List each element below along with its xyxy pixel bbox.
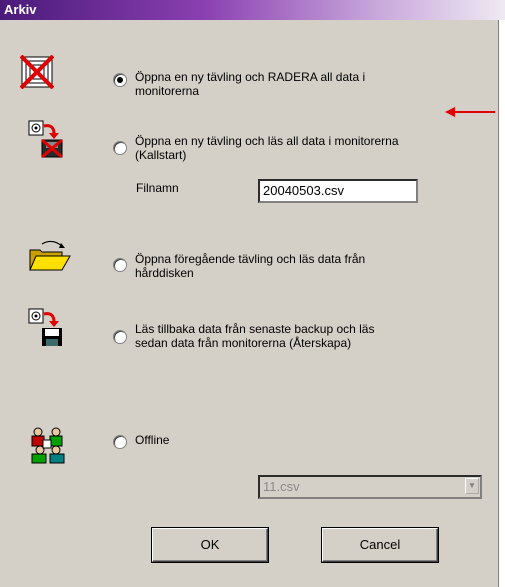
window-title: Arkiv bbox=[4, 2, 37, 17]
radio-new-delete[interactable] bbox=[113, 73, 127, 87]
monitor-delete-icon bbox=[20, 55, 54, 89]
offline-file-select[interactable]: 11.csv ▼ bbox=[258, 475, 482, 499]
cold-start-icon bbox=[28, 120, 63, 158]
people-group-icon bbox=[31, 427, 65, 464]
option-new-delete-label: Öppna en ny tävling och RADERA all data … bbox=[135, 70, 366, 98]
filename-label: Filnamn bbox=[136, 181, 179, 195]
dropdown-arrow-icon[interactable]: ▼ bbox=[465, 478, 479, 494]
option-open-previous-label: Öppna föregående tävling och läs data fr… bbox=[135, 252, 366, 280]
option-cold-start-label: Öppna en ny tävling och läs all data i m… bbox=[135, 134, 399, 162]
filename-input[interactable]: 20040503.csv bbox=[258, 179, 418, 203]
radio-offline[interactable] bbox=[113, 435, 127, 449]
option-offline-label: Offline bbox=[135, 433, 170, 447]
open-folder-icon bbox=[29, 240, 71, 271]
dialog-body: Öppna en ny tävling och RADERA all data … bbox=[0, 20, 499, 587]
radio-open-previous[interactable] bbox=[113, 258, 127, 272]
radio-restore-backup[interactable] bbox=[113, 330, 127, 344]
arkiv-dialog: Arkiv Öppna en ny tävling och RADERA all… bbox=[0, 0, 505, 587]
red-arrow-icon bbox=[445, 107, 495, 117]
offline-file-value: 11.csv bbox=[263, 479, 300, 494]
radio-cold-start[interactable] bbox=[113, 141, 127, 155]
cancel-button[interactable]: Cancel bbox=[322, 528, 438, 562]
ok-button[interactable]: OK bbox=[152, 528, 268, 562]
restore-backup-icon bbox=[28, 308, 62, 346]
title-bar: Arkiv bbox=[0, 0, 505, 20]
option-restore-backup-label: Läs tillbaka data från senaste backup oc… bbox=[135, 322, 375, 350]
